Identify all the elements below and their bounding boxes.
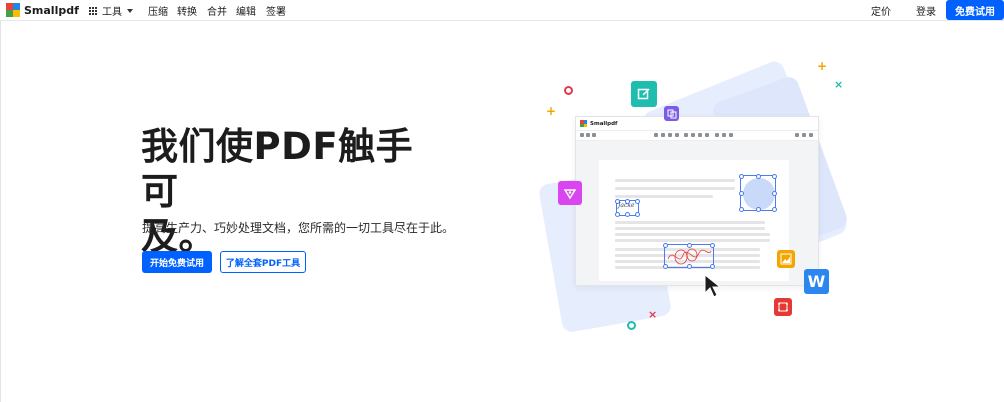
editor-header: Smallpdf [576,117,818,131]
signature-selection-box: Jacke [615,199,640,217]
resize-handle [772,191,777,196]
resize-handle [663,264,668,269]
nav-link-convert[interactable]: 转换 [177,3,197,18]
resize-handle [756,207,761,212]
word-file-icon: W [804,269,829,294]
resize-handle [756,174,761,179]
resize-handle [687,264,692,269]
nav-link-sign[interactable]: 签署 [266,3,286,18]
explore-pdf-tools-button[interactable]: 了解全套PDF工具 [220,251,306,273]
editor-brand: Smallpdf [590,120,618,127]
shape-tool-icon [705,133,709,137]
shape-selection-box [739,174,777,212]
pricing-link[interactable]: 定价 [871,3,891,18]
hero-title-line-1: 我们使PDF触手可 [141,125,414,213]
resize-handle [625,199,630,204]
text-line [615,227,765,230]
resize-handle [663,243,668,248]
hero-title: 我们使PDF触手可 及。 [141,124,441,259]
resize-handle [739,191,744,196]
circle-decoration [564,86,573,95]
x-sparkle-icon: × [834,78,844,91]
apps-grid-icon [89,6,97,15]
undo-icon [795,133,799,137]
search-icon [809,133,813,137]
text-line [615,187,735,190]
resize-handle [615,199,620,204]
chevron-down-icon [127,8,133,13]
resize-handle [615,212,620,217]
resize-handle [625,212,630,217]
cursor-tool-icon [654,133,658,137]
text-line [615,179,735,182]
nav-link-compress[interactable]: 压缩 [148,3,168,18]
tools-menu-button[interactable]: 工具 [89,3,133,18]
smallpdf-logo-icon [6,3,20,17]
resize-handle [772,174,777,179]
image-file-icon [777,250,795,268]
nav-link-merge[interactable]: 合并 [207,3,227,18]
mouse-cursor-icon [704,273,722,298]
resize-handle [710,264,715,269]
hero-illustration: Smallpdf Jacke W + + × × [520,55,860,345]
resize-handle [739,174,744,179]
nav-link-edit[interactable]: 编辑 [236,3,256,18]
color-tool-icon [715,133,719,137]
scribble-selection-box [663,243,715,269]
document-page: Jacke [599,160,789,281]
menu-icon [580,133,584,137]
resize-handle [772,207,777,212]
x-sparkle-icon: × [648,308,658,321]
page-icon [592,133,596,137]
edit-pdf-icon [631,81,657,107]
text-line [615,195,713,198]
smallpdf-logo-icon [580,120,587,127]
text-line [615,239,770,242]
text-tool-icon [684,133,688,137]
sign-pdf-icon [558,181,582,205]
plus-sparkle-icon: + [546,104,557,118]
plus-sparkle-icon: + [817,59,828,73]
text-line [615,233,770,236]
redo-icon [802,133,806,137]
text-line [615,221,765,224]
highlight-tool-icon [668,133,672,137]
login-link[interactable]: 登录 [916,3,936,18]
tools-menu-label: 工具 [102,7,122,18]
crop-pdf-icon [774,298,792,316]
pen-tool-icon [661,133,665,137]
top-navigation: Smallpdf 工具 压缩 转换 合并 编辑 签署 定价 登录 免费试用 [0,0,1004,21]
brand-name: Smallpdf [24,3,79,17]
draw-tool-icon [675,133,679,137]
resize-handle [635,199,640,204]
smallpdf-logo[interactable]: Smallpdf [6,3,79,17]
merge-pdf-icon [664,106,679,121]
image-tool-icon [691,133,695,137]
free-trial-button[interactable]: 免费试用 [946,0,1004,20]
resize-handle [635,212,640,217]
info-icon [586,133,590,137]
resize-handle [687,243,692,248]
sign-tool-icon [698,133,702,137]
start-free-trial-button[interactable]: 开始免费试用 [142,251,212,273]
hero-subtitle: 提高生产力、巧妙处理文档，您所需的一切工具尽在于此。 [142,221,455,235]
delete-tool-icon [729,133,733,137]
resize-handle [739,207,744,212]
stroke-tool-icon [722,133,726,137]
page-edge-divider [0,20,1,402]
editor-toolbar [576,131,818,141]
resize-handle [710,243,715,248]
circle-decoration [627,321,636,330]
